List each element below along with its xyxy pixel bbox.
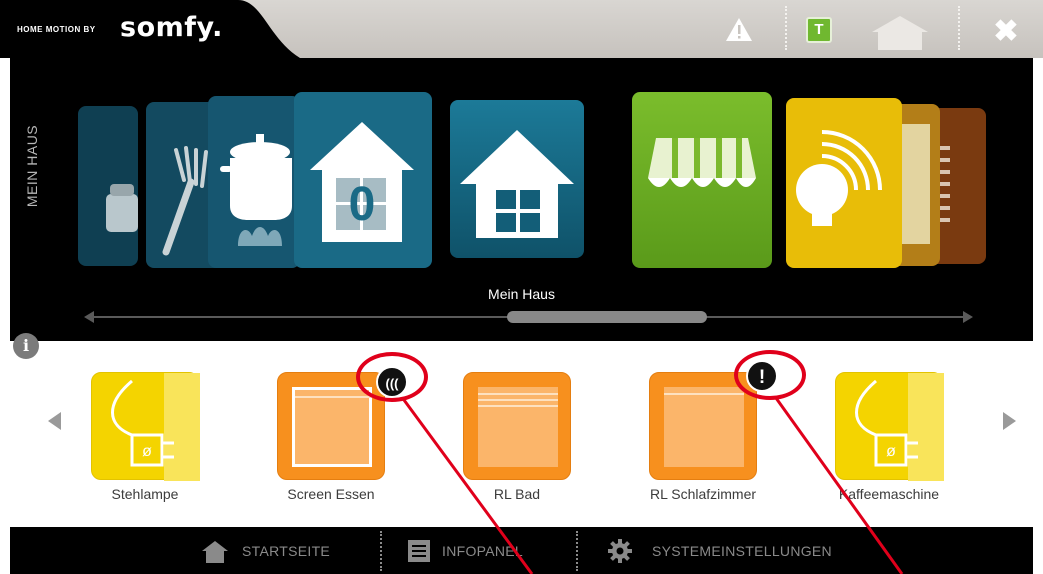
side-title-text: MEIN HAUS <box>24 124 40 208</box>
cooking-pot-icon <box>220 134 292 246</box>
carousel-card-oven[interactable] <box>78 106 138 266</box>
close-button[interactable]: ✖ <box>988 14 1024 50</box>
nav-label: SYSTEMEINSTELLUNGEN <box>652 542 832 559</box>
carousel-card-awning[interactable] <box>632 92 772 268</box>
nav-label: INFOPANEL <box>442 542 524 559</box>
device-tile-kaffeemaschine[interactable]: ø Kaffeemaschine <box>804 372 974 512</box>
carousel-card-light[interactable] <box>786 98 902 268</box>
header-divider <box>958 6 960 50</box>
device-tile-icon[interactable]: ø <box>91 372 200 481</box>
shutter-slat <box>664 393 744 395</box>
device-tile-stehlampe[interactable]: ø Stehlampe <box>60 372 230 512</box>
roller-shutter-icon <box>664 387 744 467</box>
somfy-logo: somfy. <box>120 12 223 43</box>
annotation-circle <box>734 350 806 400</box>
device-label: RL Schlafzimmer <box>649 486 757 502</box>
carousel-card-mein-haus[interactable] <box>450 100 584 258</box>
plug-icon: ø <box>111 373 200 481</box>
app-window: HOME MOTION BY somfy. T ✖ MEIN HAUS 0 Me… <box>0 0 1043 574</box>
house-icon <box>460 130 574 238</box>
room-carousel[interactable]: MEIN HAUS 0 Mein Haus <box>10 58 1033 341</box>
nav-systemeinstellungen[interactable]: SYSTEMEINSTELLUNGEN <box>608 527 832 574</box>
carousel-scroll-thumb[interactable] <box>507 311 707 323</box>
shutter-slat <box>478 393 558 395</box>
brand-prefix: HOME MOTION BY <box>17 25 96 34</box>
device-label: RL Bad <box>493 486 541 502</box>
house-zero-icon: 0 <box>310 122 414 242</box>
header-divider <box>785 6 787 50</box>
shutter-slat <box>478 405 558 407</box>
warning-icon[interactable] <box>717 12 761 46</box>
carousel-card-house-zero[interactable]: 0 <box>294 92 432 268</box>
plug-icon: ø <box>855 373 944 481</box>
nav-label: STARTSEITE <box>242 542 331 559</box>
screen-icon <box>292 387 375 467</box>
svg-text:0: 0 <box>349 178 376 231</box>
annotation-circle <box>356 352 428 402</box>
gear-icon <box>608 538 632 563</box>
screen-slat <box>295 396 375 398</box>
bottom-nav: STARTSEITE INFOPANEL SYSTEMEINSTELLUNGEN <box>10 527 1033 574</box>
nav-divider <box>576 531 578 571</box>
svg-text:ø: ø <box>142 443 152 460</box>
t-status-button[interactable]: T <box>806 17 832 43</box>
carousel-selected-label: Mein Haus <box>488 286 555 302</box>
side-title: MEIN HAUS <box>24 125 40 207</box>
device-label: Stehlampe <box>111 486 179 502</box>
header-bar: HOME MOTION BY somfy. T ✖ <box>0 0 1043 58</box>
device-tile-rl-bad[interactable]: RL Bad <box>432 372 602 512</box>
scroll-left-arrow-icon[interactable] <box>84 311 94 323</box>
info-icon[interactable]: i <box>13 333 39 359</box>
roller-shutter-icon <box>478 387 558 467</box>
shutter-slat <box>478 399 558 401</box>
list-icon <box>408 539 430 562</box>
carousel-card-kitchen[interactable] <box>208 96 300 268</box>
home-icon <box>202 540 228 563</box>
device-tile-icon[interactable]: ø <box>835 372 944 481</box>
svg-text:ø: ø <box>886 443 896 460</box>
nav-infopanel[interactable]: INFOPANEL <box>408 527 523 574</box>
device-tile-icon[interactable] <box>463 372 571 480</box>
home-button-icon[interactable] <box>868 14 932 50</box>
nav-divider <box>380 531 382 571</box>
awning-icon <box>648 138 756 187</box>
device-label: Kaffeemaschine <box>838 486 940 502</box>
oven-icon <box>106 184 138 232</box>
light-bulb-icon <box>796 130 882 226</box>
devices-next-arrow-icon[interactable] <box>1003 412 1016 430</box>
scroll-right-arrow-icon[interactable] <box>963 311 973 323</box>
device-label: Screen Essen <box>287 486 375 502</box>
nav-startseite[interactable]: STARTSEITE <box>200 527 330 574</box>
